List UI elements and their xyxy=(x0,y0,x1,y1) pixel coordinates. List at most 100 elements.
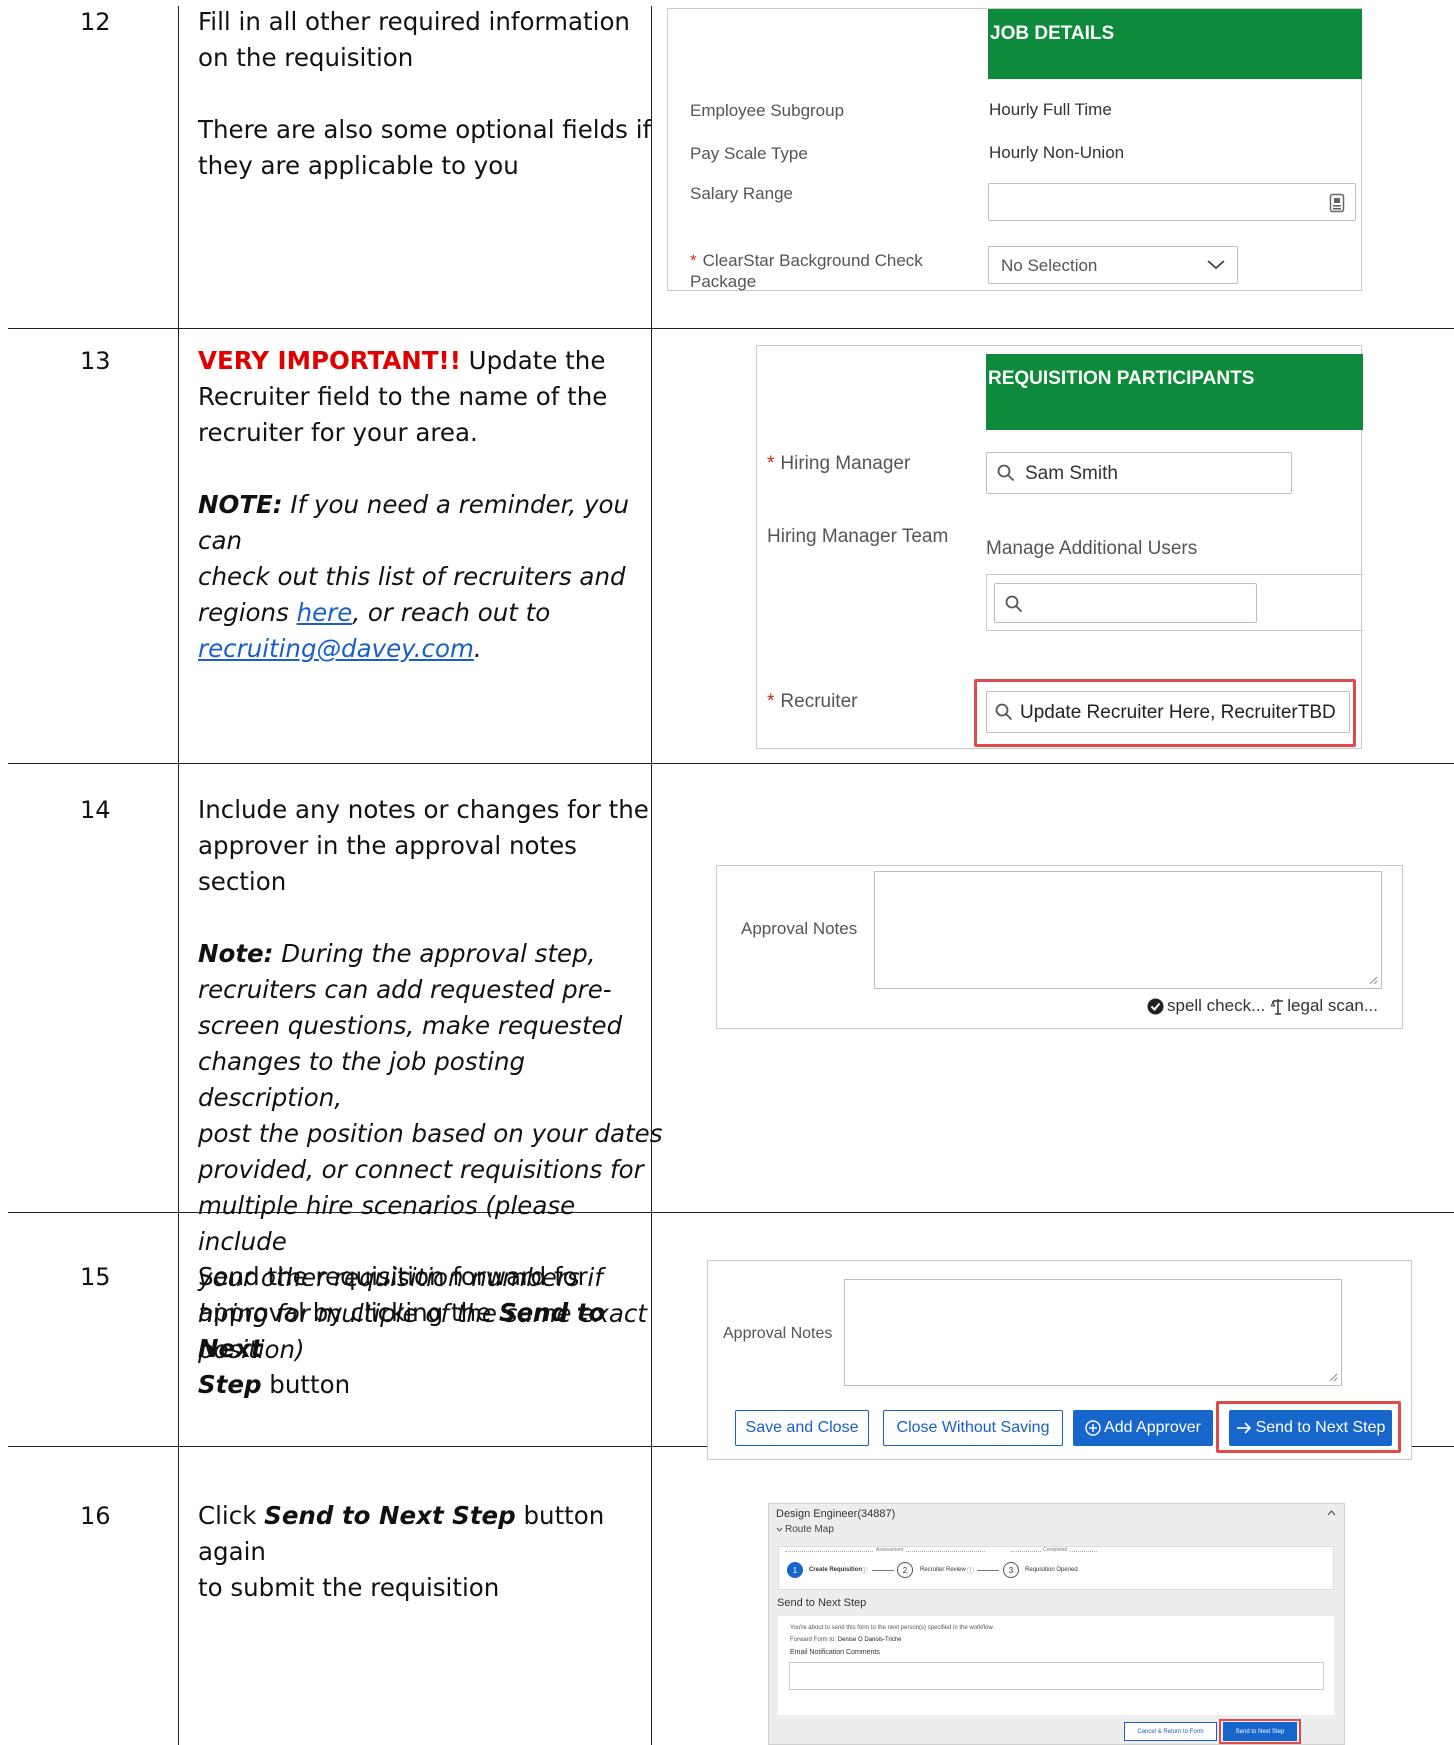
note-text: . xyxy=(473,634,482,663)
input-value: Sam Smith xyxy=(1025,463,1118,484)
instruction-line: they are applicable to you xyxy=(198,151,519,180)
collapse-icon[interactable] xyxy=(1327,1510,1336,1516)
job-details-panel: JOB DETAILS Employee Subgroup Hourly Ful… xyxy=(667,8,1362,291)
step-instructions: VERY IMPORTANT!! Update the Recruiter fi… xyxy=(198,343,668,667)
step-instructions: Click Send to Next Step button again to … xyxy=(198,1498,668,1606)
forward-line: Forward Form to: Denise O Danois-Triche xyxy=(790,1637,902,1643)
instruction-text: button xyxy=(261,1370,351,1399)
approval-notes-label: Approval Notes xyxy=(723,1325,833,1342)
button-label: Send to Next Step xyxy=(1255,1419,1386,1436)
send-next-step-body: You're about to send this form to the ne… xyxy=(778,1616,1334,1715)
note-line: NOTE: If you need a reminder, you can xyxy=(198,487,668,559)
note-text: regions xyxy=(198,598,297,627)
add-approver-button[interactable]: Add Approver xyxy=(1073,1410,1213,1446)
route-map-label: Route Map xyxy=(785,1524,834,1535)
search-icon xyxy=(1005,595,1023,613)
field-value: Hourly Non-Union xyxy=(989,143,1125,162)
instruction-text: Click xyxy=(198,1501,265,1530)
recruiter-list-link[interactable]: here xyxy=(297,598,353,627)
step-instructions: Send the requisition forward for approva… xyxy=(198,1259,668,1403)
route-map-toggle[interactable]: Route Map xyxy=(776,1524,834,1535)
save-and-close-button[interactable]: Save and Close xyxy=(735,1410,869,1446)
divider xyxy=(986,630,1363,631)
send-to-next-step-button[interactable]: Send to Next Step xyxy=(1223,1722,1297,1741)
note-text: , or reach out to xyxy=(352,598,551,627)
arrow-right-icon xyxy=(1236,1422,1251,1434)
instruction-line: There are also some optional fields if xyxy=(198,115,652,144)
row-divider xyxy=(8,328,1454,329)
step-label: Recruiter Review xyxy=(920,1567,966,1573)
note-line: changes to the job posting description, xyxy=(198,1047,526,1112)
section-header: JOB DETAILS xyxy=(988,9,1362,79)
field-label: Hiring Manager Team xyxy=(767,526,949,547)
search-icon xyxy=(997,464,1015,482)
step-circle: 2 xyxy=(897,1562,913,1578)
field-label: * Recruiter xyxy=(767,691,857,712)
divider xyxy=(986,574,987,631)
salary-range-input[interactable] xyxy=(988,183,1356,221)
background-check-select[interactable]: No Selection xyxy=(988,246,1238,284)
instruction-line: approval by clicking the Send to Next xyxy=(198,1295,668,1367)
step-label: Create Requisition xyxy=(809,1567,863,1573)
note-line: regions here, or reach out to xyxy=(198,595,668,631)
approval-notes-textarea[interactable] xyxy=(874,871,1382,989)
resize-grip-icon xyxy=(1369,976,1378,985)
recruiter-input[interactable]: Update Recruiter Here, RecruiterTBD xyxy=(986,691,1350,733)
check-circle-icon xyxy=(1147,998,1164,1014)
additional-users-search-input[interactable] xyxy=(994,583,1257,623)
field-label-text: Recruiter xyxy=(780,691,858,712)
step-number: 13 xyxy=(80,347,111,375)
instruction-line: Fill in all other required information xyxy=(198,7,630,36)
note-line: recruiters can add requested pre- xyxy=(198,975,612,1004)
send-to-next-step-button[interactable]: Send to Next Step xyxy=(1229,1410,1392,1446)
field-label: * ClearStar Background Check Package xyxy=(690,250,923,292)
email-comments-textarea[interactable] xyxy=(789,1662,1324,1690)
instruction-text: approval by clicking the xyxy=(198,1298,499,1327)
contact-card-icon xyxy=(1329,193,1345,213)
step-number: 15 xyxy=(80,1263,111,1291)
phase-label: Assessment xyxy=(874,1547,906,1553)
field-label: Salary Range xyxy=(690,184,794,203)
legal-scan-link[interactable]: legal scan... xyxy=(1287,996,1378,1016)
field-value: Hourly Full Time xyxy=(989,100,1112,119)
note-line: Note: During the approval step, xyxy=(198,936,668,972)
select-value: No Selection xyxy=(1001,256,1098,275)
note-line: check out this list of recruiters and xyxy=(198,562,626,591)
field-label-text: Package xyxy=(690,272,757,291)
route-map-dialog: Design Engineer(34887) Route Map Assessm… xyxy=(768,1503,1345,1745)
spell-check-link[interactable]: spell check... xyxy=(1167,996,1265,1016)
resize-grip-icon xyxy=(1329,1373,1338,1382)
instruction-line: to submit the requisition xyxy=(198,1573,500,1602)
instruction-line: VERY IMPORTANT!! Update the xyxy=(198,343,668,379)
cancel-return-button[interactable]: Cancel & Return to Form xyxy=(1124,1722,1217,1741)
step-connector xyxy=(977,1570,999,1571)
step-number: 14 xyxy=(80,796,111,824)
section-title: Send to Next Step xyxy=(777,1597,867,1609)
instruction-line: Step button xyxy=(198,1367,668,1403)
step-connector xyxy=(872,1570,894,1571)
note-line: post the position based on your dates xyxy=(198,1119,663,1148)
forward-value: Denise O Danois-Triche xyxy=(837,1637,902,1643)
plus-circle-icon xyxy=(1085,1420,1101,1436)
recruiting-email-link[interactable]: recruiting@davey.com xyxy=(198,634,474,663)
note-label: Note: xyxy=(198,939,274,968)
info-icon: ⓘ xyxy=(967,1568,974,1575)
participants-panel: REQUISITION PARTICIPANTS * Hiring Manager… xyxy=(756,345,1363,749)
instruction-line: Recruiter field to the name of the xyxy=(198,382,608,411)
note-line: provided, or connect requisitions for xyxy=(198,1155,644,1184)
approval-actions-panel: Approval Notes Save and Close Close With… xyxy=(707,1260,1412,1460)
required-marker: * xyxy=(767,691,775,712)
spell-check-tools: spell check... legal scan... xyxy=(1147,996,1378,1016)
note-line: multiple hire scenarios (please include xyxy=(198,1191,576,1256)
step-number: 12 xyxy=(80,8,111,36)
instruction-line: Click Send to Next Step button again xyxy=(198,1498,668,1570)
email-comments-label: Email Notification Comments xyxy=(790,1649,880,1656)
hiring-manager-input[interactable]: Sam Smith xyxy=(986,452,1292,494)
field-label: Pay Scale Type xyxy=(690,144,808,163)
step-number: 16 xyxy=(80,1502,111,1530)
note-label: NOTE: xyxy=(198,490,283,519)
legal-scan-icon xyxy=(1271,999,1284,1015)
note-line: screen questions, make requested xyxy=(198,1011,623,1040)
close-without-saving-button[interactable]: Close Without Saving xyxy=(883,1410,1063,1446)
approval-notes-textarea[interactable] xyxy=(844,1279,1342,1386)
